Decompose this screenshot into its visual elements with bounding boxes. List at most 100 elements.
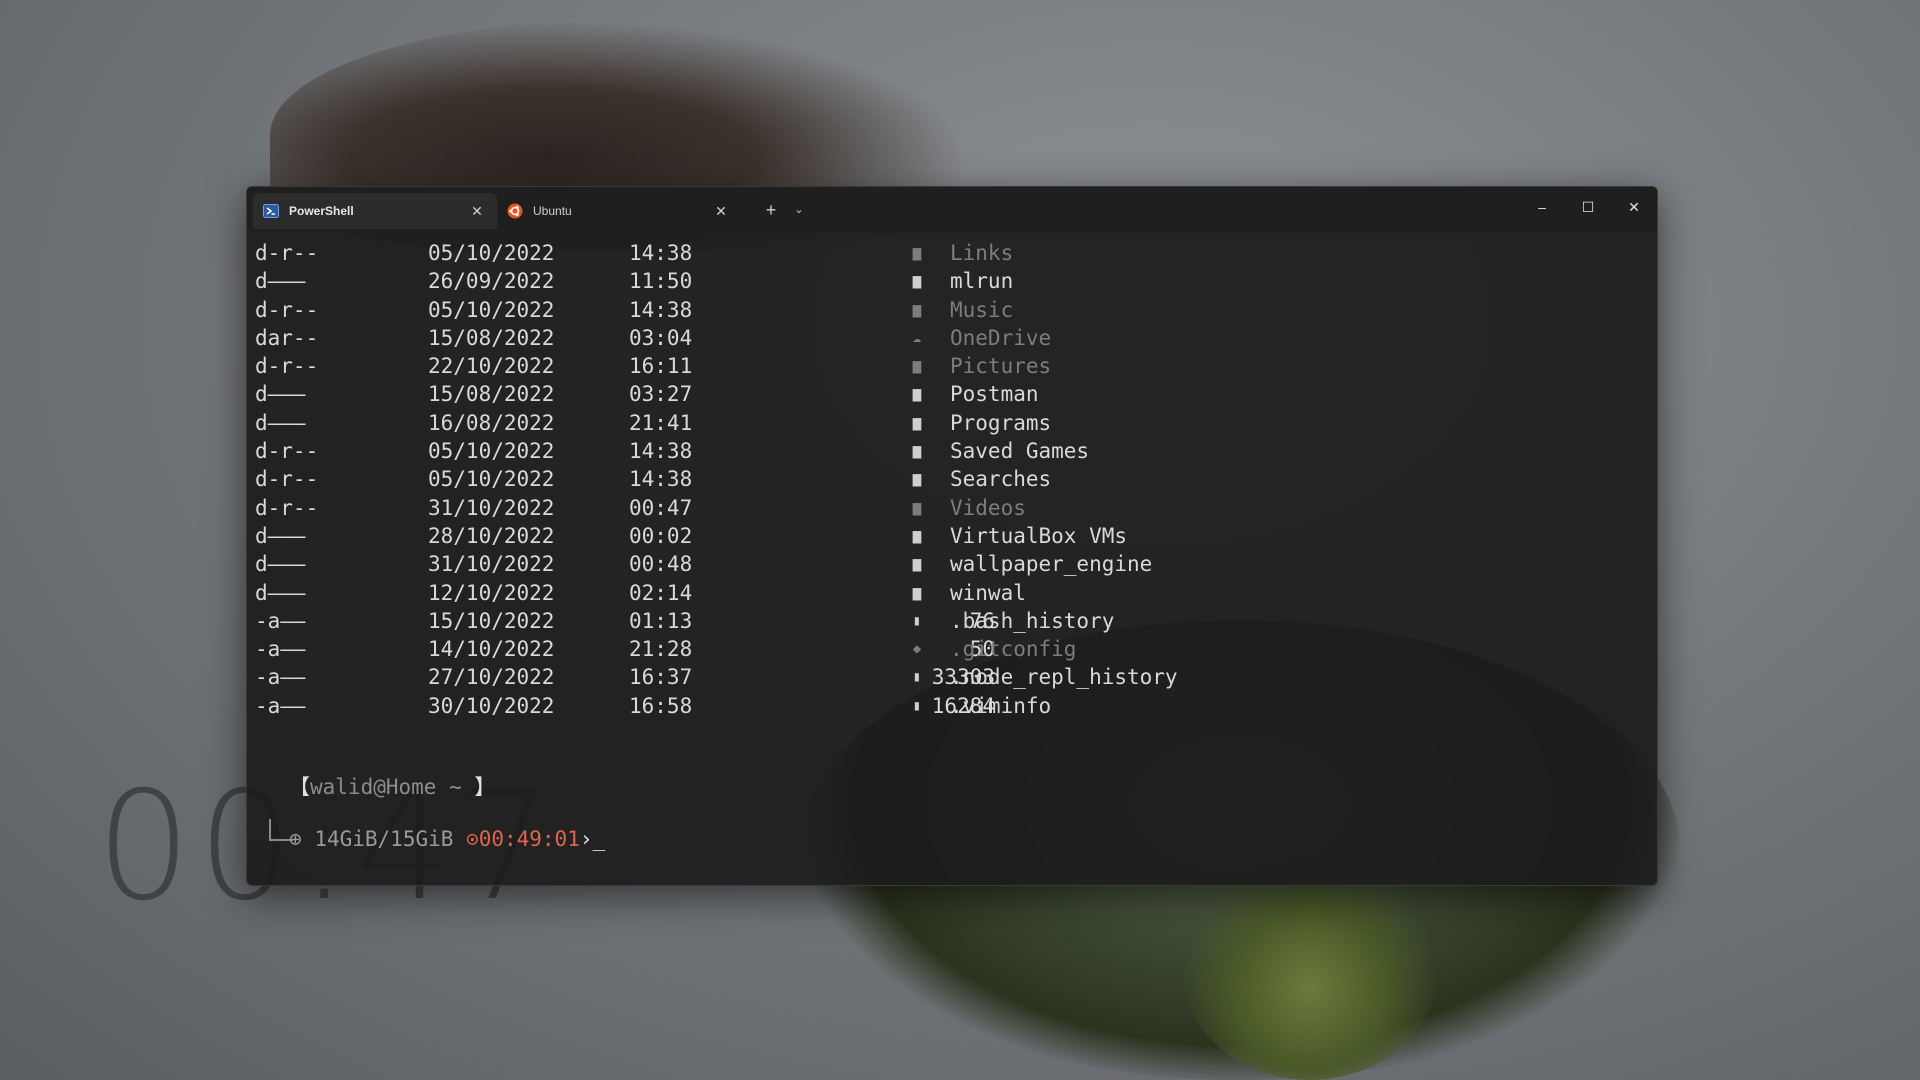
terminal-window[interactable]: PowerShell ✕ Ubuntu ✕ + ⌄ – ☐ ✕ d-r-- 05/…	[246, 186, 1658, 886]
file-time: 16:37	[629, 665, 693, 690]
text-cursor[interactable]: _	[593, 827, 606, 851]
table-row: d——— 15/08/2022 03:27 ▆ Postman	[255, 380, 1657, 408]
prompt-bracket-open: 【	[289, 775, 310, 799]
folder-icon: ▆	[912, 273, 922, 290]
new-tab-button[interactable]: +	[757, 195, 785, 225]
table-row: d——— 31/10/2022 00:48 ▆ wallpaper_engine	[255, 550, 1657, 578]
prompt-line-2[interactable]: ⊕ 14GiB/15GiB ⊙00:49:01›_	[289, 827, 605, 851]
minimize-button[interactable]: –	[1519, 187, 1565, 227]
file-date: 31/10/2022	[428, 495, 555, 520]
file-name[interactable]: Postman	[950, 380, 1039, 408]
file-time: 03:04	[629, 325, 693, 350]
table-row: d-r-- 22/10/2022 16:11 ▆ Pictures	[255, 352, 1657, 380]
ubuntu-icon	[507, 203, 523, 219]
file-name[interactable]: mlrun	[950, 267, 1013, 295]
tab-label: PowerShell	[289, 204, 354, 218]
table-row: d-r-- 05/10/2022 14:38 ▆ Saved Games	[255, 437, 1657, 465]
tab-powershell[interactable]: PowerShell ✕	[253, 193, 497, 229]
file-time: 14:38	[629, 241, 693, 265]
file-mode: -a——	[255, 608, 306, 633]
file-date: 15/10/2022	[428, 608, 555, 633]
close-button[interactable]: ✕	[1611, 187, 1657, 227]
file-icon: ▮	[912, 612, 922, 629]
file-date: 14/10/2022	[428, 637, 555, 662]
file-name[interactable]: Saved Games	[950, 437, 1089, 465]
prompt-path: ~	[449, 775, 462, 799]
link-folder-icon: ▆	[912, 245, 922, 261]
folder-icon: ▆	[912, 556, 922, 573]
file-mode: d-r--	[255, 439, 319, 464]
file-name[interactable]: Music	[950, 296, 1013, 324]
file-time: 16:11	[629, 354, 693, 379]
file-date: 15/08/2022	[428, 382, 555, 407]
chevron-down-icon[interactable]: ⌄	[787, 195, 811, 225]
file-mode: -a——	[255, 637, 306, 662]
file-time: 02:14	[629, 580, 693, 605]
table-row: d-r-- 05/10/2022 14:38 ▆ Links	[255, 239, 1657, 267]
table-row: d-r-- 05/10/2022 14:38 ▆ Music	[255, 296, 1657, 324]
folder-icon: ▆	[912, 471, 922, 488]
table-row: d-r-- 05/10/2022 14:38 ▆ Searches	[255, 465, 1657, 493]
file-name[interactable]: winwal	[950, 579, 1026, 607]
file-time: 11:50	[629, 269, 693, 294]
title-bar[interactable]: PowerShell ✕ Ubuntu ✕ + ⌄ – ☐ ✕	[247, 187, 1657, 233]
file-mode: d-r--	[255, 297, 319, 322]
file-date: 26/09/2022	[428, 269, 555, 294]
file-name[interactable]: Links	[950, 239, 1013, 267]
file-name[interactable]: VirtualBox VMs	[950, 522, 1127, 550]
file-name[interactable]: .bash_history	[950, 607, 1114, 635]
close-tab-icon[interactable]: ✕	[467, 203, 487, 220]
close-tab-icon[interactable]: ✕	[711, 203, 731, 220]
file-mode: -a——	[255, 665, 306, 690]
file-mode: dar--	[255, 325, 319, 350]
file-name[interactable]: .node_repl_history	[950, 663, 1178, 691]
file-name[interactable]: wallpaper_engine	[950, 550, 1152, 578]
tab-label: Ubuntu	[533, 204, 572, 218]
powershell-icon	[263, 203, 279, 219]
table-row: d-r-- 31/10/2022 00:47 ▆ Videos	[255, 494, 1657, 522]
file-date: 22/10/2022	[428, 354, 555, 379]
file-mode: d———	[255, 523, 306, 548]
file-name[interactable]: Programs	[950, 409, 1051, 437]
file-mode: d-r--	[255, 495, 319, 520]
file-time: 00:02	[629, 523, 693, 548]
file-date: 16/08/2022	[428, 410, 555, 435]
file-time: 14:38	[629, 297, 693, 322]
elapsed-time: 00:49:01	[478, 827, 580, 851]
prompt-bracket-close: 】	[474, 775, 496, 799]
pictures-folder-icon: ▆	[912, 358, 922, 375]
tab-ubuntu[interactable]: Ubuntu ✕	[497, 193, 741, 229]
file-name[interactable]: .gitconfig	[950, 635, 1076, 663]
music-folder-icon: ▆	[912, 301, 922, 318]
folder-icon: ▆	[912, 386, 922, 403]
file-name[interactable]: Searches	[950, 465, 1051, 493]
file-time: 16:58	[629, 693, 693, 718]
file-mode: d———	[255, 580, 306, 605]
prompt-user-host: walid@Home	[310, 775, 437, 799]
folder-icon: ▆	[912, 443, 922, 460]
file-date: 28/10/2022	[428, 523, 555, 548]
memory-icon: ⊕	[289, 827, 302, 851]
maximize-button[interactable]: ☐	[1565, 187, 1611, 227]
memory-usage: 14GiB/15GiB	[314, 827, 454, 851]
table-row: -a—— 14/10/2022 21:28 50 ◆ .gitconfig	[255, 635, 1657, 663]
file-name[interactable]: Videos	[950, 494, 1026, 522]
prompt-line-1: 【walid@Home ~ 】	[289, 771, 495, 801]
table-row: d——— 26/09/2022 11:50 ▆ mlrun	[255, 267, 1657, 295]
directory-listing: d-r-- 05/10/2022 14:38 ▆ Links d——— 26/09/2022…	[255, 239, 1657, 720]
file-mode: d———	[255, 552, 306, 577]
file-date: 31/10/2022	[428, 552, 555, 577]
table-row: -a—— 27/10/2022 16:37 33303 ▮ .node_repl_hist…	[255, 663, 1657, 691]
file-name[interactable]: Pictures	[950, 352, 1051, 380]
file-name[interactable]: .viminfo	[950, 692, 1051, 720]
table-row: -a—— 15/10/2022 01:13 76 ▮ .bash_history	[255, 607, 1657, 635]
table-row: d——— 16/08/2022 21:41 ▆ Programs	[255, 409, 1657, 437]
file-date: 05/10/2022	[428, 467, 555, 492]
file-time: 14:38	[629, 439, 693, 464]
file-time: 21:41	[629, 410, 693, 435]
git-icon: ◆	[912, 641, 922, 658]
file-icon: ▮	[912, 697, 922, 714]
file-mode: -a——	[255, 693, 306, 718]
file-name[interactable]: OneDrive	[950, 324, 1051, 352]
file-date: 27/10/2022	[428, 665, 555, 690]
